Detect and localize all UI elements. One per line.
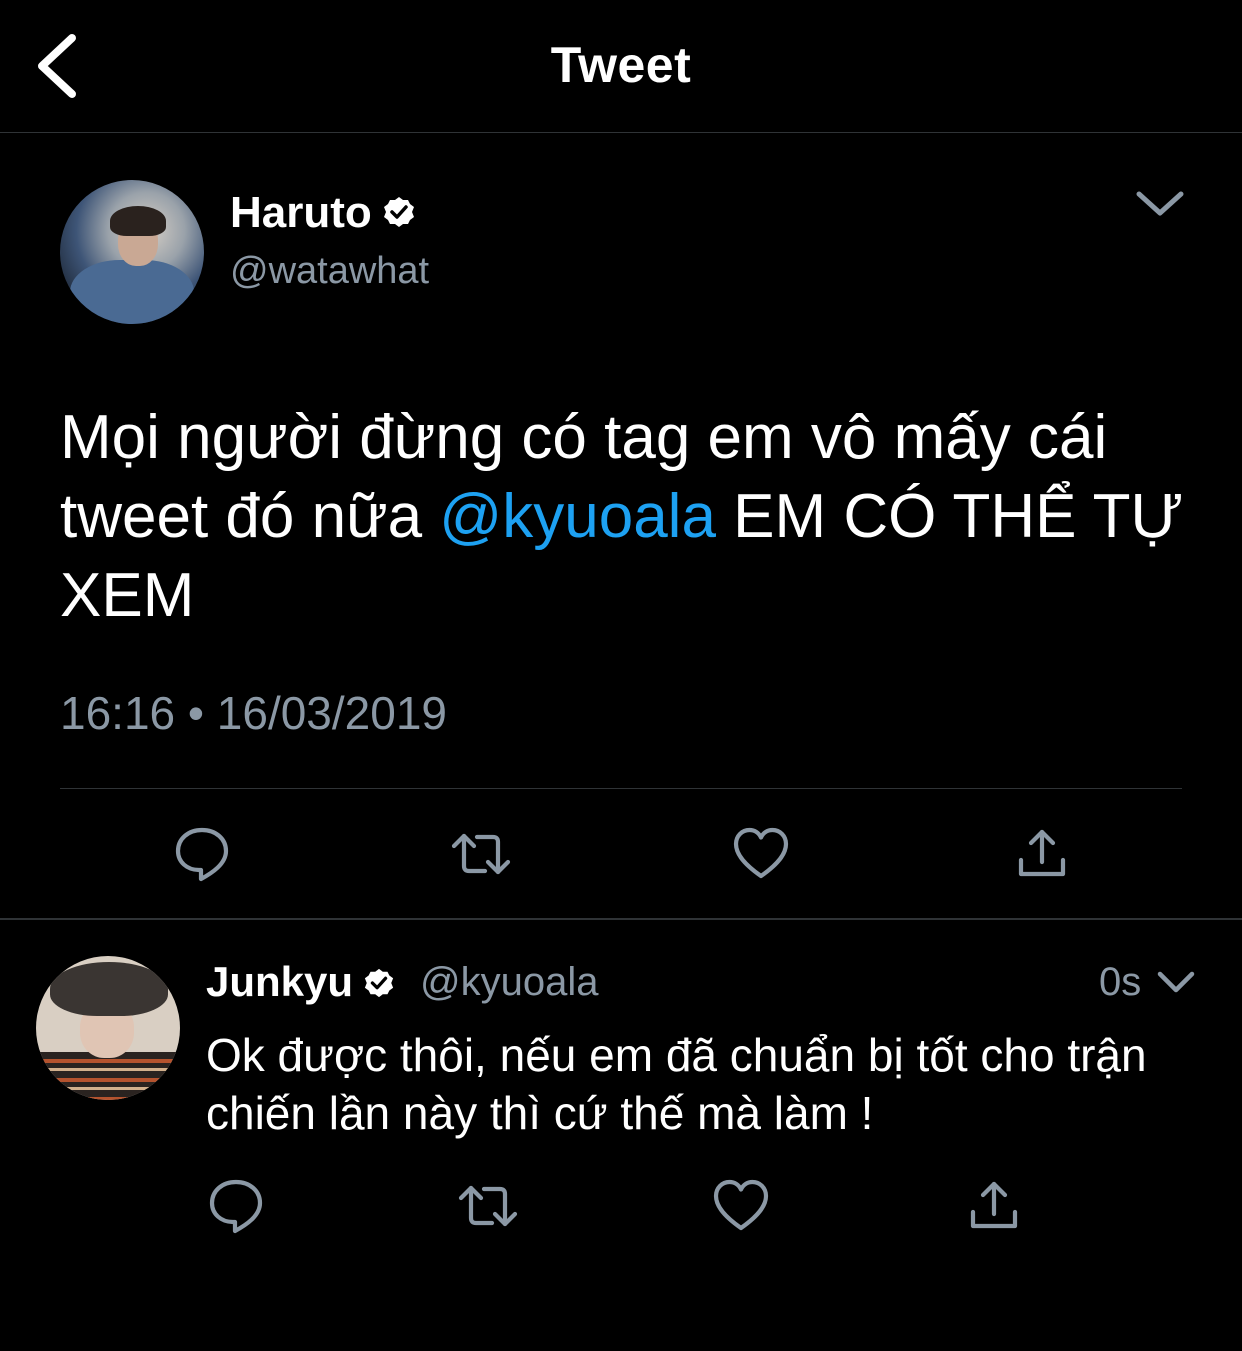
tweet-text: Mọi người đừng có tag em vô mấy cái twee… (60, 398, 1200, 635)
author-handle[interactable]: @watawhat (230, 250, 429, 293)
reply-retweet-button[interactable] (458, 1176, 518, 1236)
top-navigation-bar: Tweet (0, 0, 1242, 133)
author-name-text: Haruto (230, 188, 372, 237)
reply-icon (206, 1176, 266, 1236)
reply-button[interactable] (172, 824, 232, 884)
mention-link[interactable]: @kyuoala (439, 482, 716, 551)
tweet-timestamp: 16:16 • 16/03/2019 (60, 687, 448, 739)
reply-text: Ok được thôi, nếu em đã chuẩn bị tốt cho… (206, 1029, 1147, 1139)
reply-like-button[interactable] (711, 1176, 771, 1236)
verified-badge-icon (363, 961, 395, 1009)
like-button[interactable] (731, 824, 791, 884)
author-avatar[interactable] (60, 180, 204, 324)
reply-author-name[interactable]: Junkyu (206, 958, 395, 1009)
reply-time: 0s (1099, 960, 1142, 1004)
share-icon (1012, 824, 1072, 884)
tweet-options-button[interactable] (1134, 186, 1186, 220)
reply-icon (172, 824, 232, 884)
reply-reply-button[interactable] (206, 1176, 266, 1236)
divider (60, 788, 1182, 789)
author-name[interactable]: Haruto (230, 188, 416, 240)
thread-divider (0, 918, 1242, 920)
heart-icon (711, 1176, 771, 1236)
retweet-icon (458, 1176, 518, 1236)
retweet-icon (451, 824, 511, 884)
heart-icon (731, 824, 791, 884)
reply-author-name-text: Junkyu (206, 958, 354, 1005)
page-title: Tweet (550, 37, 692, 93)
share-button[interactable] (1012, 824, 1072, 884)
chevron-down-icon (1134, 191, 1186, 224)
reply-options-button[interactable] (1156, 968, 1196, 998)
share-icon (964, 1176, 1024, 1236)
reply-share-button[interactable] (964, 1176, 1024, 1236)
reply-author-avatar[interactable] (36, 956, 180, 1100)
chevron-down-icon (1156, 971, 1196, 1002)
retweet-button[interactable] (451, 824, 511, 884)
reply-author-handle[interactable]: @kyuoala (420, 960, 598, 1005)
verified-badge-icon (382, 190, 416, 240)
